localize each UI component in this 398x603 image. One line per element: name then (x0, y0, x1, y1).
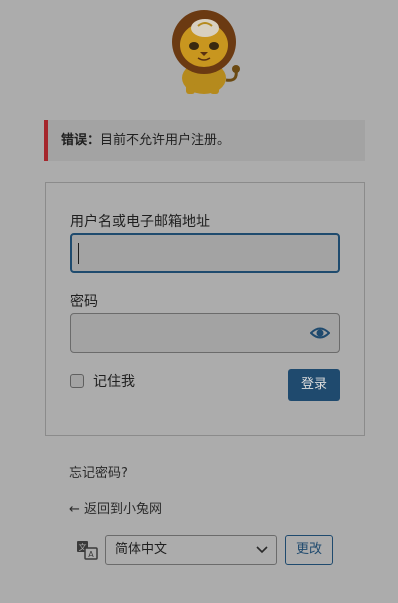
error-message: 目前不允许用户注册。 (100, 133, 231, 148)
remember-label: 记住我 (93, 374, 135, 390)
chevron-down-icon (256, 546, 268, 554)
login-form: 用户名或电子邮箱地址 密码 记住我 登录 (45, 182, 365, 436)
error-notice: 错误：目前不允许用户注册。 (44, 120, 365, 161)
lost-password-link[interactable]: 忘记密码? (69, 462, 128, 481)
password-label: 密码 (70, 294, 98, 310)
back-to-site-link[interactable]: ← 返回到小兔网 (69, 498, 162, 517)
svg-text:A: A (88, 550, 94, 559)
eye-icon[interactable] (310, 325, 330, 341)
language-selected: 简体中文 (115, 542, 168, 557)
site-logo[interactable] (168, 8, 244, 96)
error-label: 错误： (61, 133, 101, 148)
username-label: 用户名或电子邮箱地址 (70, 214, 210, 230)
username-input[interactable] (70, 233, 340, 273)
remember-checkbox[interactable] (70, 374, 84, 388)
language-select[interactable]: 简体中文 (105, 535, 277, 565)
lion-mascot-icon (172, 10, 240, 94)
translate-icon: 文 A (77, 541, 98, 560)
login-button[interactable]: 登录 (288, 369, 340, 401)
remember-me[interactable]: 记住我 (70, 372, 135, 390)
change-language-button[interactable]: 更改 (285, 535, 333, 565)
text-caret (78, 243, 79, 264)
password-input[interactable] (70, 313, 340, 353)
